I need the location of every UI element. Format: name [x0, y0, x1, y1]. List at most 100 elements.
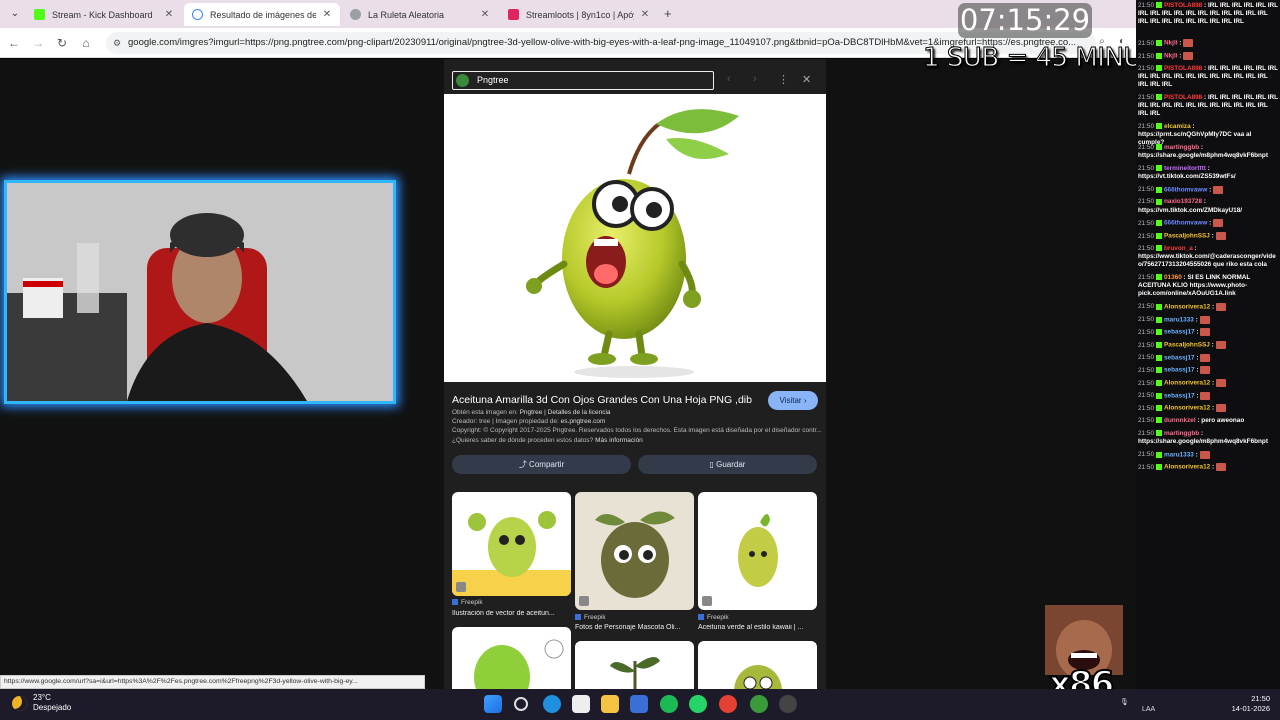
file-explorer-icon[interactable] [601, 695, 619, 713]
related-image-5[interactable] [575, 641, 694, 689]
chat-timestamp: 21:50 [1138, 328, 1154, 336]
windows-start-icon[interactable] [484, 695, 502, 713]
chat-timestamp: 21:50 [1138, 93, 1154, 101]
tab-search-chevron-icon[interactable]: ⌄ [8, 7, 22, 21]
chat-username[interactable]: 666thomvaww [1164, 186, 1207, 193]
chat-username[interactable]: sebassj17 [1164, 354, 1195, 361]
related-image-2[interactable] [575, 492, 694, 610]
visit-button[interactable]: Visitar › [768, 391, 818, 410]
chat-username[interactable]: PascaljohnSSJ [1164, 233, 1210, 240]
weather-widget[interactable]: 23°C Despejado [12, 693, 71, 713]
chat-username[interactable]: sebassj17 [1164, 367, 1195, 374]
chat-username[interactable]: sebassj17 [1164, 392, 1195, 399]
chat-username[interactable]: PascaljohnSSJ [1164, 342, 1210, 349]
olive-character-image[interactable] [444, 94, 826, 382]
save-label: Guardar [716, 460, 746, 469]
chat-username[interactable]: Alonsorivera12 [1164, 380, 1210, 387]
spotify-icon[interactable] [660, 695, 678, 713]
chat-username[interactable]: martinggbb [1164, 430, 1199, 437]
system-clock[interactable]: 21:50 14-01-2026 [1218, 694, 1270, 714]
chat-timestamp: 21:50 [1138, 244, 1154, 252]
chat-username[interactable]: Alonsorivera12 [1164, 464, 1210, 471]
more-options-icon[interactable]: ⋮ [778, 73, 789, 86]
chat-message: 21:50 Alonsorivera12 : [1138, 379, 1278, 388]
chat-username[interactable]: dunnnkzel [1164, 417, 1196, 424]
tab-kick-dashboard[interactable]: Stream - Kick Dashboard ✕ [26, 3, 182, 26]
meta-copyright: Copyright: © Copyright 2017-2025 Pngtree… [452, 427, 822, 434]
chat-username[interactable]: maru1333 [1164, 316, 1194, 323]
back-icon[interactable]: ← [6, 35, 22, 51]
save-button[interactable]: ▯ Guardar [638, 455, 817, 474]
previous-image-icon[interactable]: ‹ [727, 73, 731, 85]
close-tab-icon[interactable]: ✕ [164, 9, 174, 20]
more-info-link[interactable]: Más información [595, 437, 643, 444]
related-image-4[interactable] [452, 627, 571, 689]
chat-username[interactable]: Nkjli [1164, 40, 1178, 47]
chat-username[interactable]: Nkjli [1164, 53, 1178, 60]
source-header[interactable]: Pngtree [452, 71, 714, 90]
chat-username[interactable]: 666thomvaww [1164, 220, 1207, 227]
chat-username[interactable]: naxio193728 [1164, 198, 1202, 205]
thumb-caption[interactable]: Aceituna verde al estilo kawaii | ... [698, 624, 817, 631]
thumb-caption[interactable]: Fotos de Personaje Mascota Oli... [575, 624, 694, 631]
related-image-3[interactable] [698, 492, 817, 610]
tab-google-images[interactable]: Resultado de imágenes de Goo ✕ [184, 3, 340, 26]
microphone-icon[interactable]: 🎙 [1120, 698, 1129, 706]
chat-emote-icon [1200, 328, 1211, 337]
chat-text: https://share.google/m8phm4wq8vkF6bnpt [1138, 438, 1268, 445]
next-image-icon[interactable]: › [753, 73, 757, 85]
forward-icon[interactable]: → [30, 35, 46, 51]
tab-streamloots[interactable]: Streamloots | 8yn1co | Apóyam ✕ [500, 3, 658, 26]
chat-username[interactable]: bruvon_a [1164, 245, 1193, 252]
chat-message: 21:50 naxio193728 : https://vm.tiktok.com… [1138, 198, 1278, 214]
edge-icon[interactable] [543, 695, 561, 713]
chat-text: https://share.google/m8phm4wq8vkF6bnpt [1138, 152, 1268, 159]
close-viewer-icon[interactable]: ✕ [802, 73, 811, 86]
input-language[interactable]: LAA [1142, 706, 1155, 713]
chat-username[interactable]: PISTOLA898 [1164, 94, 1202, 101]
close-tab-icon[interactable]: ✕ [480, 9, 490, 20]
chat-username[interactable]: PISTOLA898 [1164, 65, 1202, 72]
chat-username[interactable]: sebassj17 [1164, 329, 1195, 336]
kick-badge-icon [1156, 367, 1162, 374]
globe-favicon-icon [350, 9, 361, 20]
search-icon[interactable] [514, 697, 528, 711]
chrome-icon[interactable] [719, 695, 737, 713]
chat-message: 21:50 termineitortttt : https://vt.tiktok… [1138, 165, 1278, 181]
image-title[interactable]: Aceituna Amarilla 3d Con Ojos Grandes Co… [452, 394, 752, 406]
related-image-6[interactable] [698, 641, 817, 689]
whatsapp-icon[interactable] [689, 695, 707, 713]
close-tab-icon[interactable]: ✕ [640, 9, 650, 20]
kick-badge-icon [1156, 451, 1162, 458]
chat-timestamp: 21:50 [1138, 64, 1154, 72]
site-info-icon[interactable]: ⚙ [113, 32, 121, 54]
thumb-caption[interactable]: Ilustración de vector de aceitun... [452, 610, 571, 617]
meta-source-value[interactable]: Pngtree | Detalles de la licencia [520, 409, 611, 416]
obs-icon[interactable] [779, 695, 797, 713]
new-tab-icon[interactable]: + [664, 6, 672, 21]
chat-message: 21:50 PascaljohnSSJ : [1138, 231, 1278, 241]
chat-username[interactable]: Alonsorivera12 [1164, 303, 1210, 310]
microsoft-store-icon[interactable] [572, 695, 590, 713]
chat-username[interactable]: PISTOLA898 [1164, 2, 1202, 9]
chat-username[interactable]: 01360 [1164, 274, 1182, 281]
xbox-icon[interactable] [750, 695, 768, 713]
close-tab-icon[interactable]: ✕ [322, 9, 332, 20]
share-button[interactable]: ⤴ Compartir [452, 455, 631, 474]
home-icon[interactable]: ⌂ [78, 35, 94, 51]
tab-ruleta-aleatoria[interactable]: La Ruleta Aleatoria ✕ [342, 3, 498, 26]
chat-timestamp: 21:50 [1138, 219, 1154, 227]
kick-badge-icon [1156, 40, 1162, 47]
chat-username[interactable]: maru1333 [1164, 451, 1194, 458]
chat-username[interactable]: Alonsorivera12 [1164, 405, 1210, 412]
related-image-1[interactable] [452, 492, 571, 596]
chat-username[interactable]: martinggbb [1164, 144, 1199, 151]
kick-badge-icon [1156, 220, 1162, 227]
chat-message: 21:50 Alonsorivera12 : [1138, 463, 1278, 472]
link-status-bubble: https://www.google.com/url?sa=i&url=http… [0, 675, 425, 689]
chat-username[interactable]: elcamiza [1164, 123, 1191, 130]
chat-username[interactable]: termineitortttt [1164, 165, 1206, 172]
reload-icon[interactable]: ↻ [54, 35, 70, 51]
app-folder-icon[interactable] [630, 695, 648, 713]
chat-text: https://vt.tiktok.com/ZS539wtFs/ [1138, 172, 1236, 180]
